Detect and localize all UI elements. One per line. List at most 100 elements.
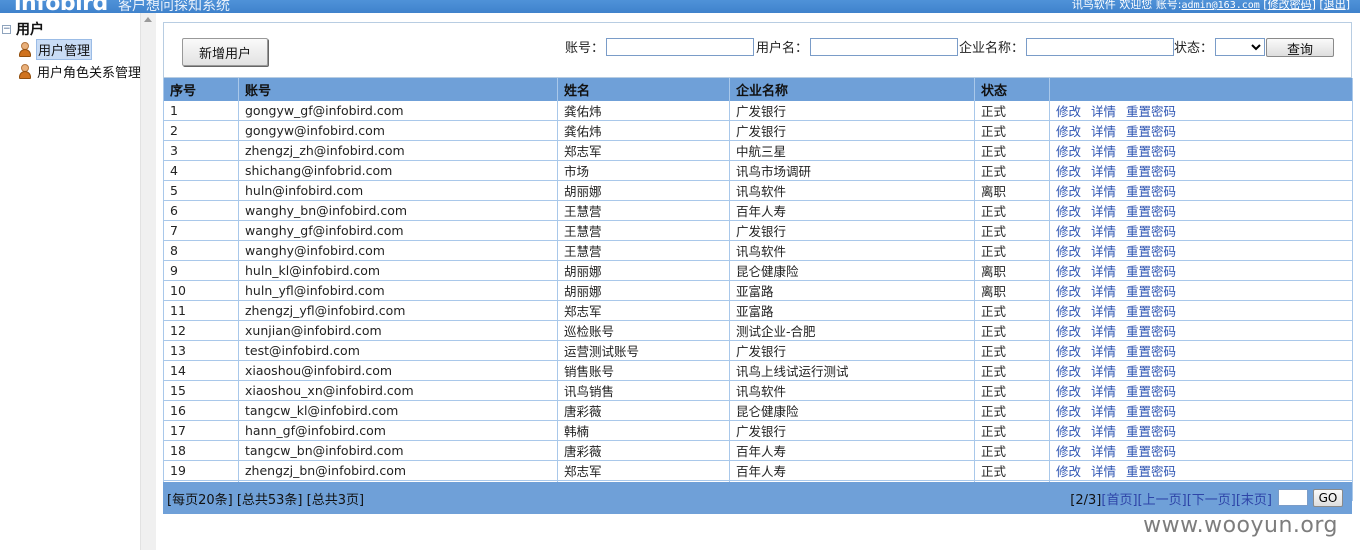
change-password-link[interactable]: 修改密码 bbox=[1268, 0, 1312, 11]
edit-link[interactable]: 修改 bbox=[1056, 244, 1081, 259]
edit-link[interactable]: 修改 bbox=[1056, 324, 1081, 339]
edit-link[interactable]: 修改 bbox=[1056, 464, 1081, 479]
details-link[interactable]: 详情 bbox=[1091, 264, 1116, 279]
reset-password-link[interactable]: 重置密码 bbox=[1126, 344, 1176, 359]
reset-password-link[interactable]: 重置密码 bbox=[1126, 384, 1176, 399]
edit-link[interactable]: 修改 bbox=[1056, 124, 1081, 139]
sidebar-scrollbar[interactable] bbox=[140, 13, 156, 550]
table-row: 13 test@infobird.com 运营测试账号 广发银行 正式 修改 详情 重置密码 bbox=[163, 340, 1353, 361]
cell-actions: 修改详情重置密码 bbox=[1049, 400, 1353, 421]
page-number-input[interactable] bbox=[1278, 489, 1308, 506]
details-link[interactable]: 详情 bbox=[1091, 244, 1116, 259]
add-user-button[interactable]: 新增用户 bbox=[182, 38, 268, 66]
cell-index: 9 bbox=[163, 260, 239, 281]
cell-actions: 修改详情重置密码 bbox=[1049, 140, 1353, 161]
go-button[interactable]: GO bbox=[1313, 489, 1343, 507]
details-link[interactable]: 详情 bbox=[1091, 184, 1116, 199]
table-row: 7 wanghy_gf@infobird.com 王慧营 广发银行 正式 修改 详情 重置密码 bbox=[163, 220, 1353, 241]
reset-password-link[interactable]: 重置密码 bbox=[1126, 324, 1176, 339]
cell-index: 1 bbox=[163, 101, 239, 121]
edit-link[interactable]: 修改 bbox=[1056, 144, 1081, 159]
edit-link[interactable]: 修改 bbox=[1056, 204, 1081, 219]
reset-password-link[interactable]: 重置密码 bbox=[1126, 424, 1176, 439]
cell-account: tangcw_bn@infobird.com bbox=[238, 440, 558, 461]
tree-root-label: 用户 bbox=[16, 22, 44, 38]
first-page-link[interactable]: [首页] bbox=[1101, 493, 1137, 508]
reset-password-link[interactable]: 重置密码 bbox=[1126, 144, 1176, 159]
reset-password-link[interactable]: 重置密码 bbox=[1126, 264, 1176, 279]
tree-root-users[interactable]: − 用户 bbox=[2, 20, 44, 38]
query-button[interactable]: 查询 bbox=[1266, 38, 1334, 58]
details-link[interactable]: 详情 bbox=[1091, 164, 1116, 179]
edit-link[interactable]: 修改 bbox=[1056, 404, 1081, 419]
prev-page-link[interactable]: [上一页] bbox=[1138, 493, 1187, 508]
edit-link[interactable]: 修改 bbox=[1056, 164, 1081, 179]
edit-link[interactable]: 修改 bbox=[1056, 424, 1081, 439]
details-link[interactable]: 详情 bbox=[1091, 324, 1116, 339]
cell-company: 讯鸟软件 bbox=[729, 180, 975, 201]
reset-password-link[interactable]: 重置密码 bbox=[1126, 444, 1176, 459]
details-link[interactable]: 详情 bbox=[1091, 224, 1116, 239]
cell-index: 19 bbox=[163, 460, 239, 481]
details-link[interactable]: 详情 bbox=[1091, 424, 1116, 439]
details-link[interactable]: 详情 bbox=[1091, 384, 1116, 399]
cell-status: 正式 bbox=[974, 160, 1050, 181]
reset-password-link[interactable]: 重置密码 bbox=[1126, 244, 1176, 259]
table-row: 6 wanghy_bn@infobird.com 王慧营 百年人寿 正式 修改 详情 重置密码 bbox=[163, 200, 1353, 221]
reset-password-link[interactable]: 重置密码 bbox=[1126, 364, 1176, 379]
reset-password-link[interactable]: 重置密码 bbox=[1126, 224, 1176, 239]
edit-link[interactable]: 修改 bbox=[1056, 224, 1081, 239]
last-page-link[interactable]: [末页] bbox=[1236, 493, 1272, 508]
cell-actions: 修改详情重置密码 bbox=[1049, 360, 1353, 381]
edit-link[interactable]: 修改 bbox=[1056, 104, 1081, 119]
edit-link[interactable]: 修改 bbox=[1056, 344, 1081, 359]
scroll-up-icon[interactable] bbox=[144, 17, 152, 22]
edit-link[interactable]: 修改 bbox=[1056, 364, 1081, 379]
status-select[interactable] bbox=[1215, 37, 1266, 56]
cell-actions: 修改详情重置密码 bbox=[1049, 380, 1353, 401]
logout-link[interactable]: 退出 bbox=[1324, 0, 1346, 11]
details-link[interactable]: 详情 bbox=[1091, 344, 1116, 359]
sidebar-item-user-management[interactable]: 用户管理 bbox=[18, 38, 93, 60]
details-link[interactable]: 详情 bbox=[1091, 104, 1116, 119]
details-link[interactable]: 详情 bbox=[1091, 304, 1116, 319]
details-link[interactable]: 详情 bbox=[1091, 284, 1116, 299]
edit-link[interactable]: 修改 bbox=[1056, 384, 1081, 399]
details-link[interactable]: 详情 bbox=[1091, 204, 1116, 219]
edit-link[interactable]: 修改 bbox=[1056, 184, 1081, 199]
reset-password-link[interactable]: 重置密码 bbox=[1126, 204, 1176, 219]
cell-account: xunjian@infobird.com bbox=[238, 320, 558, 341]
reset-password-link[interactable]: 重置密码 bbox=[1126, 404, 1176, 419]
reset-password-link[interactable]: 重置密码 bbox=[1126, 164, 1176, 179]
account-input[interactable] bbox=[606, 37, 755, 56]
details-link[interactable]: 详情 bbox=[1091, 144, 1116, 159]
details-link[interactable]: 详情 bbox=[1091, 464, 1116, 479]
edit-link[interactable]: 修改 bbox=[1056, 264, 1081, 279]
details-link[interactable]: 详情 bbox=[1091, 404, 1116, 419]
user-table: 序号 账号 姓名 企业名称 状态 1 gongyw_gf@infobird.com… bbox=[163, 78, 1353, 501]
collapse-icon[interactable]: − bbox=[2, 24, 11, 34]
reset-password-link[interactable]: 重置密码 bbox=[1126, 184, 1176, 199]
table-row: 9 huln_kl@infobird.com 胡丽娜 昆仑健康险 离职 修改 详情 重置密码 bbox=[163, 260, 1353, 281]
sidebar-item-label[interactable]: 用户角色关系管理 bbox=[36, 62, 142, 81]
reset-password-link[interactable]: 重置密码 bbox=[1126, 124, 1176, 139]
edit-link[interactable]: 修改 bbox=[1056, 444, 1081, 459]
edit-link[interactable]: 修改 bbox=[1056, 284, 1081, 299]
company-input[interactable] bbox=[1026, 37, 1175, 56]
edit-link[interactable]: 修改 bbox=[1056, 304, 1081, 319]
sidebar-item-user-role-management[interactable]: 用户角色关系管理 bbox=[18, 62, 142, 81]
next-page-link[interactable]: [下一页] bbox=[1187, 493, 1236, 508]
username-input[interactable] bbox=[810, 37, 959, 56]
details-link[interactable]: 详情 bbox=[1091, 124, 1116, 139]
reset-password-link[interactable]: 重置密码 bbox=[1126, 464, 1176, 479]
sidebar-item-label[interactable]: 用户管理 bbox=[36, 38, 93, 60]
cell-index: 8 bbox=[163, 240, 239, 261]
cell-name: 韩楠 bbox=[557, 420, 730, 441]
table-row: 18 tangcw_bn@infobird.com 唐彩薇 百年人寿 正式 修改 详情 重置密… bbox=[163, 440, 1353, 461]
reset-password-link[interactable]: 重置密码 bbox=[1126, 284, 1176, 299]
details-link[interactable]: 详情 bbox=[1091, 364, 1116, 379]
cell-status: 正式 bbox=[974, 440, 1050, 461]
reset-password-link[interactable]: 重置密码 bbox=[1126, 304, 1176, 319]
reset-password-link[interactable]: 重置密码 bbox=[1126, 104, 1176, 119]
details-link[interactable]: 详情 bbox=[1091, 444, 1116, 459]
